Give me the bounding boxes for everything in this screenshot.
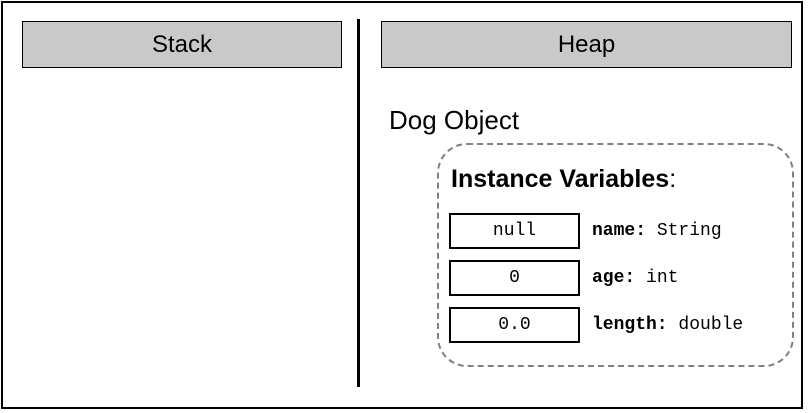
instance-variables-heading: Instance Variables: bbox=[451, 163, 676, 195]
instance-heading-text: Instance Variables bbox=[451, 165, 670, 193]
variable-label: name: String bbox=[592, 221, 722, 241]
variable-row-name: null name: String bbox=[449, 213, 722, 249]
variable-value-box: null bbox=[449, 213, 580, 249]
variable-type: double bbox=[667, 315, 744, 335]
variable-row-length: 0.0 length: double bbox=[449, 307, 743, 343]
variable-label: length: double bbox=[592, 315, 743, 335]
object-title: Dog Object bbox=[389, 105, 520, 135]
stack-title: Stack bbox=[151, 30, 213, 58]
variable-type: int bbox=[635, 268, 679, 288]
variable-value-box: 0.0 bbox=[449, 307, 580, 343]
instance-heading-colon: : bbox=[669, 165, 677, 193]
stack-heap-divider bbox=[357, 19, 360, 387]
variable-type: String bbox=[646, 221, 722, 241]
variable-name: age: bbox=[592, 268, 636, 288]
variable-name: name: bbox=[592, 221, 647, 241]
heap-header: Heap bbox=[381, 21, 792, 68]
stack-header: Stack bbox=[22, 21, 342, 68]
heap-title: Heap bbox=[557, 30, 616, 58]
variable-row-age: 0 age: int bbox=[449, 260, 678, 296]
variable-value-box: 0 bbox=[449, 260, 580, 296]
variable-name: length: bbox=[592, 315, 668, 335]
variable-label: age: int bbox=[592, 268, 678, 288]
